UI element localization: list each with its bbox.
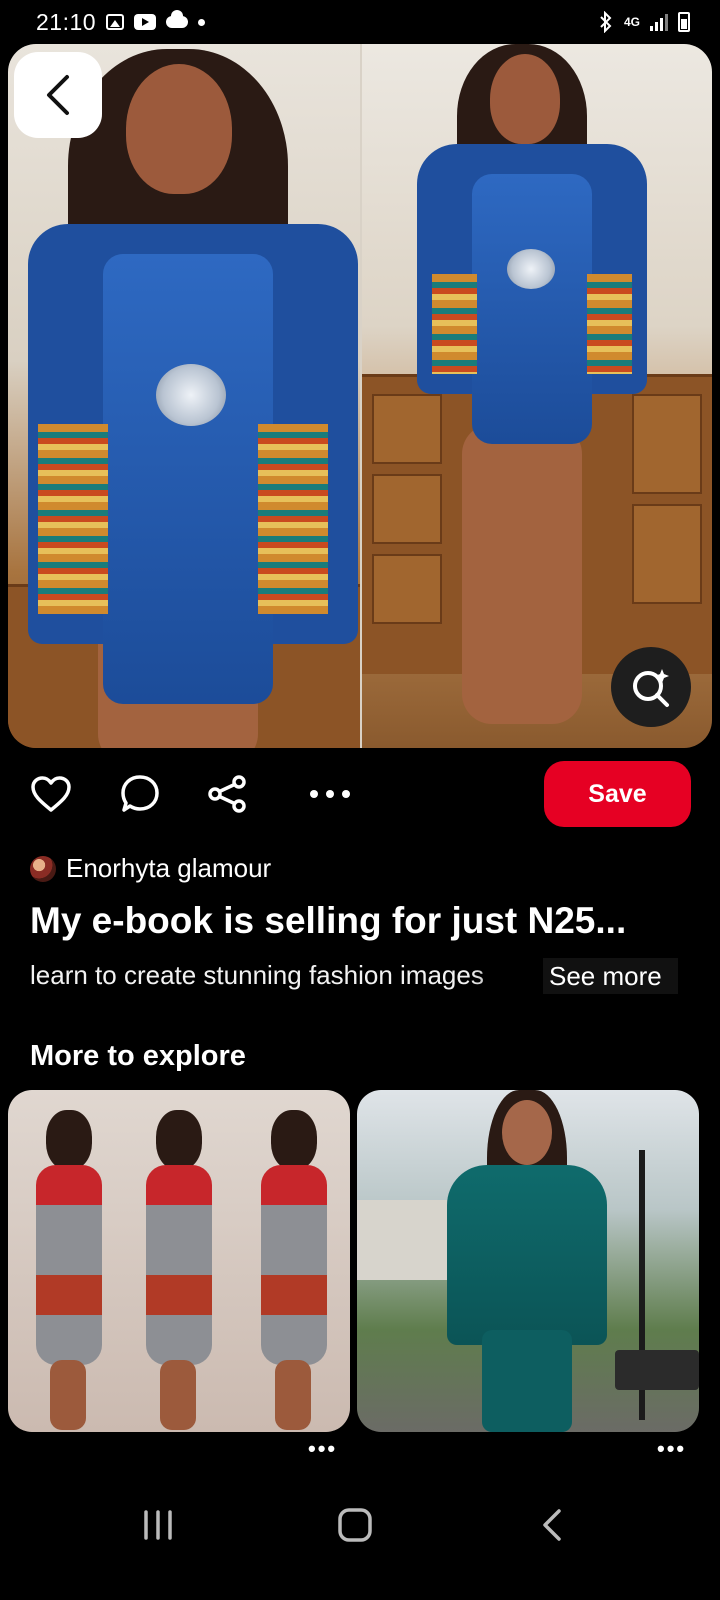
cloud-icon: [166, 10, 189, 28]
share-button[interactable]: [202, 769, 252, 819]
comment-icon: [121, 775, 159, 812]
author-name[interactable]: Enorhyta glamour: [66, 853, 271, 884]
avatar[interactable]: [30, 855, 56, 882]
gallery-icon: [106, 14, 125, 30]
see-more-link[interactable]: See more: [543, 958, 678, 994]
lens-search-icon: [633, 669, 669, 707]
explore-pin-1[interactable]: [8, 1090, 350, 1432]
more-options-button[interactable]: [305, 769, 355, 819]
more-icon: [310, 790, 350, 798]
bluetooth-icon: [600, 11, 612, 33]
signal-icon: [650, 13, 668, 31]
back-icon: [543, 1509, 561, 1541]
pin-image-right: [360, 44, 712, 748]
heart-icon: [31, 776, 71, 812]
explore-pin-2-more-button[interactable]: •••: [657, 1436, 686, 1462]
visual-search-button[interactable]: [611, 647, 691, 727]
pin-image-left: [8, 44, 360, 748]
like-button[interactable]: [26, 769, 76, 819]
explore-pin-1-more-button[interactable]: •••: [308, 1436, 337, 1462]
recent-apps-button[interactable]: [128, 1500, 188, 1550]
youtube-icon: [134, 14, 157, 30]
network-type: 4G: [623, 15, 640, 29]
share-icon: [208, 775, 246, 813]
back-button[interactable]: [14, 52, 102, 138]
status-bar: 21:10 4G: [0, 0, 720, 44]
explore-pin-2[interactable]: [357, 1090, 699, 1432]
author-row[interactable]: Enorhyta glamour: [30, 853, 271, 884]
pin-image[interactable]: [8, 44, 712, 748]
notification-dot-icon: [198, 18, 206, 26]
home-button[interactable]: [325, 1500, 385, 1550]
home-icon: [338, 1508, 372, 1542]
battery-icon: [678, 12, 690, 32]
chevron-left-icon: [47, 75, 69, 115]
more-to-explore-heading: More to explore: [30, 1040, 246, 1072]
recent-apps-icon: [144, 1510, 172, 1540]
save-button[interactable]: Save: [544, 761, 691, 827]
description-fade: [470, 958, 550, 994]
status-time: 21:10: [36, 8, 97, 35]
pin-title: My e-book is selling for just N25...: [30, 900, 627, 941]
comment-button[interactable]: [115, 769, 165, 819]
system-back-button[interactable]: [522, 1500, 582, 1550]
